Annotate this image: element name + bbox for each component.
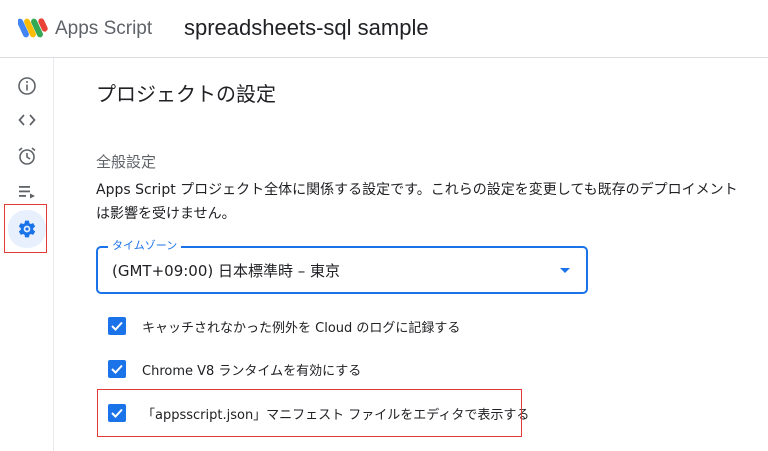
timezone-label: タイムゾーン (108, 239, 182, 253)
log-exceptions-checkbox[interactable] (108, 317, 126, 335)
nav-editor[interactable] (9, 102, 45, 138)
show-manifest-label: 「appsscript.json」マニフェスト ファイルをエディタで表示する (142, 408, 530, 423)
log-exceptions-label: キャッチされなかった例外を Cloud のログに記録する (142, 321, 461, 336)
app-name: Apps Script (55, 18, 153, 39)
top-bar: Apps Script spreadsheets-sql sample (0, 0, 768, 58)
executions-icon (19, 186, 35, 199)
apps-script-logo[interactable] (18, 16, 48, 40)
nav-project-settings[interactable] (8, 210, 46, 248)
gear-icon (18, 220, 36, 238)
settings-description: Apps Script プロジェクト全体に関係する設定です。これらの設定を変更し… (96, 182, 738, 222)
code-icon (18, 114, 36, 126)
nav-triggers[interactable] (9, 138, 45, 174)
nav-executions[interactable] (9, 174, 45, 210)
show-manifest-checkbox[interactable] (108, 404, 126, 422)
check-icon (111, 364, 123, 374)
info-icon (18, 77, 36, 95)
v8-runtime-label: Chrome V8 ランタイムを有効にする (142, 364, 362, 379)
left-nav (0, 58, 54, 451)
alarm-icon (18, 147, 36, 165)
section-title: 全般設定 (96, 153, 157, 171)
v8-runtime-checkbox[interactable] (108, 360, 126, 378)
timezone-select[interactable]: タイムゾーン (GMT+09:00) 日本標準時 – 東京 (96, 239, 588, 294)
project-title[interactable]: spreadsheets-sql sample (184, 15, 429, 41)
nav-overview[interactable] (9, 68, 45, 104)
check-icon (111, 321, 123, 331)
timezone-value: (GMT+09:00) 日本標準時 – 東京 (112, 262, 341, 280)
page-title: プロジェクトの設定 (96, 82, 276, 106)
main-content: プロジェクトの設定 全般設定 Apps Script プロジェクト全体に関係する… (54, 58, 768, 451)
check-icon (111, 408, 123, 418)
dropdown-arrow-icon (560, 268, 570, 273)
